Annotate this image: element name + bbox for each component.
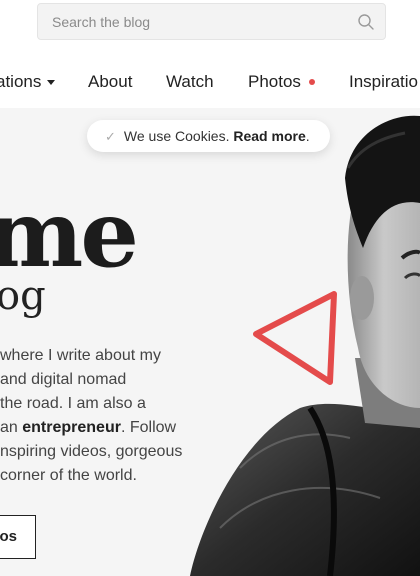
search-box[interactable] [37,3,386,40]
hero-subtitle: og [0,273,46,319]
notification-dot [308,78,315,85]
description-line: nspiring videos, gorgeous [0,443,183,460]
nav-item-label: About [88,72,133,91]
chevron-down-icon [47,80,56,86]
main-nav: ations About Watch Photos Inspiratio [0,62,420,102]
check-icon: ✓ [105,129,116,144]
cookie-suffix: . [305,128,310,144]
cookie-notice: ✓ We use Cookies. Read more. [87,120,330,152]
search-icon[interactable] [357,13,375,31]
hero-cta-button[interactable]: os [0,515,36,559]
nav-item-inspiration[interactable]: Inspiratio [349,72,418,92]
nav-item-destinations[interactable]: ations [0,72,56,92]
nav-item-label: Inspiratio [349,72,418,91]
hero-section: ✓ We use Cookies. Read more. me og where … [0,108,420,576]
description-line: the road. I am also a [0,395,146,412]
nav-item-label: Photos [248,72,301,91]
hero-title: me [0,180,139,288]
play-triangle-icon[interactable] [248,286,348,390]
nav-item-about[interactable]: About [88,72,132,92]
read-more-link[interactable]: Read more [233,128,305,144]
description-line: corner of the world. [0,467,137,484]
description-text: . Follow [120,419,177,436]
nav-item-photos[interactable]: Photos [248,72,315,92]
search-input[interactable] [38,4,385,39]
nav-item-watch[interactable]: Watch [166,72,214,92]
description-line: and digital nomad [0,371,127,388]
nav-item-label: Watch [166,72,214,91]
description-text: an [0,419,23,436]
entrepreneur-highlight: entrepreneur [22,419,121,436]
cookie-text: We use Cookies. [123,128,230,144]
description-line: where I write about my [0,347,161,364]
description-line: an entrepreneur. Follow [0,416,205,440]
nav-item-label: ations [0,72,42,91]
hero-description: where I write about my and digital nomad… [0,344,205,488]
